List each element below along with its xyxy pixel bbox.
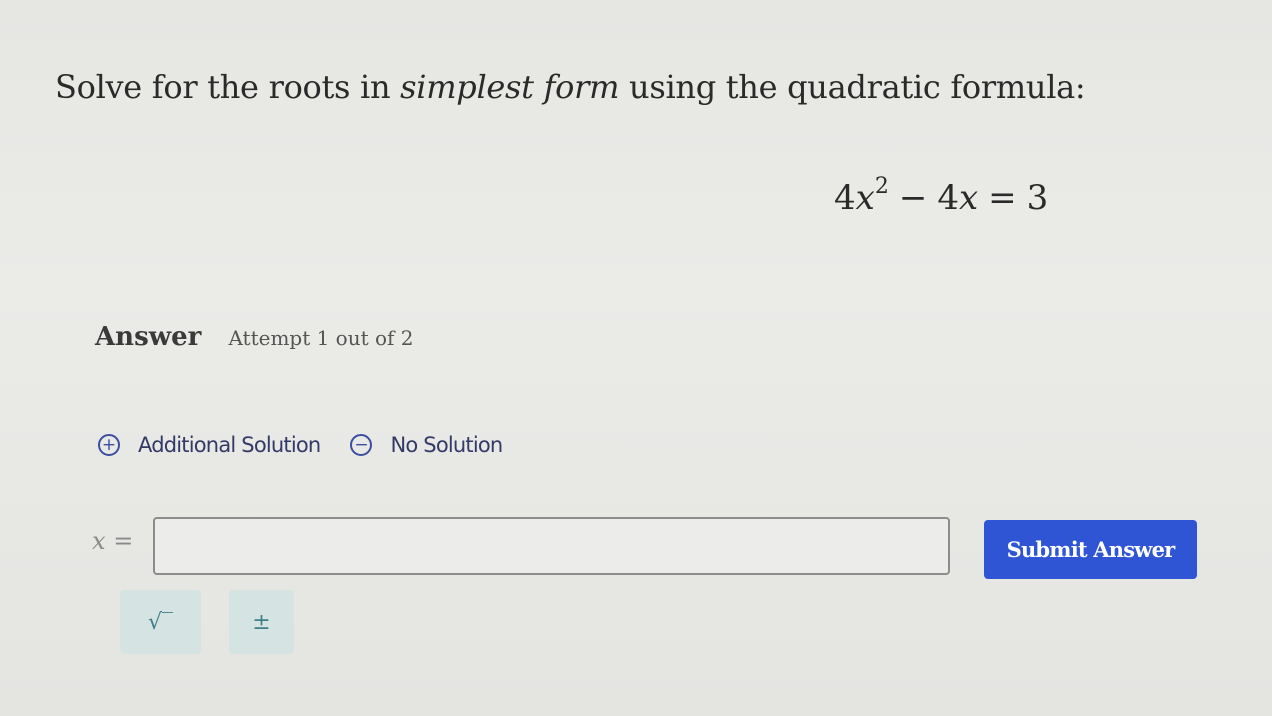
equation-exponent: 2 xyxy=(874,173,889,199)
no-solution-button[interactable]: − No Solution xyxy=(350,433,503,457)
equation-coef2: 4 xyxy=(937,178,959,218)
plus-minus-icon: ± xyxy=(252,609,271,635)
answer-header: Answer Attempt 1 out of 2 xyxy=(95,322,414,352)
attempt-counter: Attempt 1 out of 2 xyxy=(228,326,414,350)
equation-var2: x xyxy=(958,178,979,218)
answer-label: Answer xyxy=(95,322,202,352)
question-emphasis: simplest form xyxy=(400,68,620,106)
equation-equals: = xyxy=(988,178,1017,218)
input-equals: = xyxy=(113,527,134,555)
sqrt-icon: √‾ xyxy=(147,609,174,635)
answer-input[interactable] xyxy=(153,517,950,575)
plus-circle-icon: + xyxy=(98,434,120,456)
equation-coef1: 4 xyxy=(834,178,856,218)
question-text: Solve for the roots in simplest form usi… xyxy=(55,68,1086,106)
solution-options: + Additional Solution − No Solution xyxy=(98,433,503,457)
question-prefix: Solve for the roots in xyxy=(55,68,401,106)
sqrt-button[interactable]: √‾ xyxy=(120,590,201,654)
equation-operator: − xyxy=(898,178,928,218)
submit-answer-button[interactable]: Submit Answer xyxy=(984,520,1197,579)
equation-rhs: 3 xyxy=(1026,178,1049,218)
additional-solution-button[interactable]: + Additional Solution xyxy=(98,433,321,457)
no-solution-label: No Solution xyxy=(390,433,503,457)
additional-solution-label: Additional Solution xyxy=(138,433,321,457)
plus-minus-button[interactable]: ± xyxy=(229,590,294,654)
equation-var1: x xyxy=(855,178,875,218)
question-suffix: using the quadratic formula: xyxy=(619,68,1086,106)
minus-circle-icon: − xyxy=(350,434,373,456)
input-label: x = xyxy=(92,527,133,555)
equation: 4x2−4x = 3 xyxy=(834,175,1049,218)
input-variable: x xyxy=(92,527,106,555)
